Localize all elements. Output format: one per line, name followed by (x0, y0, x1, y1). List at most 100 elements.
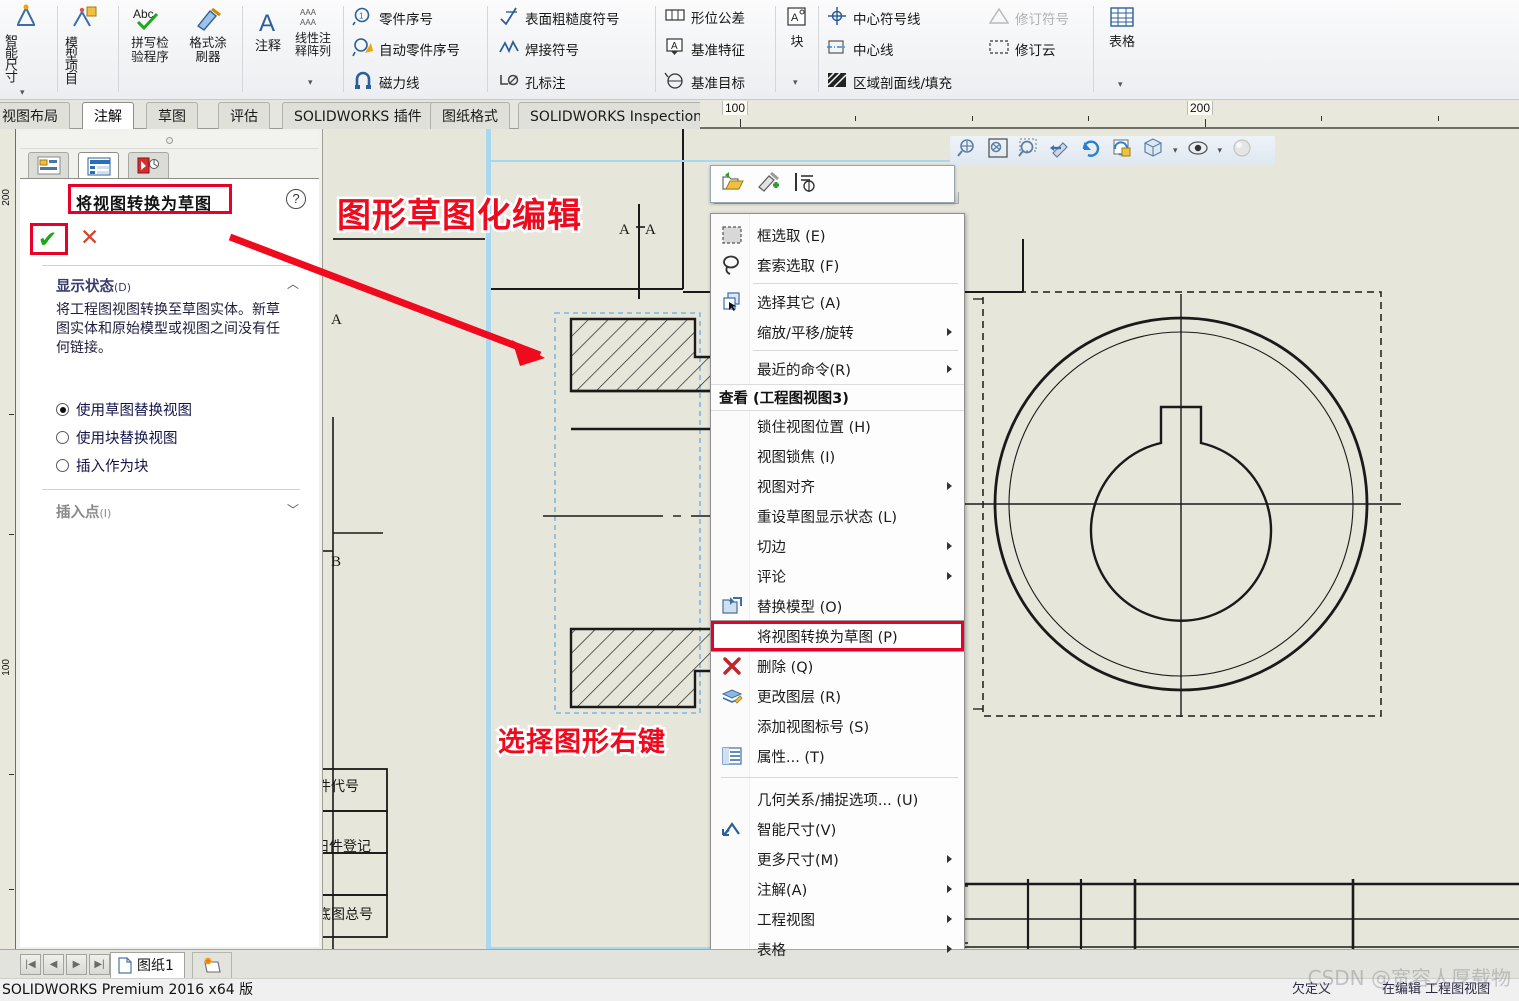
menu-item-replace-model[interactable]: 替换模型 (O) (711, 591, 964, 621)
cancel-button[interactable]: ✕ (80, 225, 99, 249)
vertical-ruler[interactable]: 200 100 (0, 129, 16, 949)
ribbon-command-geometric-tolerance[interactable]: 形位公差 (664, 6, 745, 27)
menu-item-lock-view-position[interactable]: 锁住视图位置 (H) (711, 411, 964, 441)
panel-pin-dot[interactable] (166, 137, 173, 144)
menu-item-more-dimensions[interactable]: 更多尺寸(M) (711, 844, 964, 874)
chevron-down-icon[interactable]: ▾ (793, 76, 798, 89)
ribbon-command-auto-balloon[interactable]: 自动零件序号 (352, 37, 460, 60)
chevron-down-icon[interactable]: ﹀ (287, 501, 299, 518)
ribbon-command-area-hatch[interactable]: 区域剖面线/填充 (826, 70, 952, 93)
ribbon-command-datum-feature[interactable]: A 基准特征 (664, 37, 745, 60)
ribbon-command-center-mark[interactable]: 中心符号线 (826, 6, 921, 29)
tab-annotation[interactable]: 注解 (82, 102, 134, 129)
tab-view-layout[interactable]: 视图布局 (0, 102, 70, 129)
ribbon-note-button[interactable]: A 注释 (248, 10, 288, 53)
radio-indicator[interactable] (56, 403, 69, 416)
help-icon[interactable]: ? (286, 189, 306, 209)
menu-item-change-layer[interactable]: 更改图层 (R) (711, 681, 964, 711)
menu-item-recent-commands[interactable]: 最近的命令(R) (711, 354, 964, 384)
ribbon-command-revision-symbol[interactable]: 修订符号 (988, 6, 1069, 29)
panel-grip[interactable] (20, 131, 319, 149)
last-sheet-button[interactable]: ▶| (89, 954, 110, 975)
section-header-insert-point[interactable]: 插入点(I) (56, 501, 111, 522)
ribbon-smart-dimension-button[interactable]: 智能尺寸 ▾ (2, 4, 52, 97)
open-drawing-view-icon[interactable] (721, 171, 745, 198)
menu-item-select-other[interactable]: 选择其它 (A) (711, 287, 964, 317)
chevron-down-icon[interactable]: ▾ (20, 86, 25, 99)
add-sheet-button[interactable] (192, 952, 232, 978)
ribbon-command-datum-target[interactable]: 基准目标 (664, 70, 745, 93)
ribbon-block-button[interactable]: A 块 ▾ (782, 6, 812, 87)
zoom-to-area-icon[interactable] (956, 137, 978, 164)
ribbon-model-items-button[interactable]: 模型项目 (62, 4, 110, 84)
ribbon-command-centerline[interactable]: 中心线 (826, 37, 894, 60)
menu-item-view-alignment[interactable]: 视图对齐 (711, 471, 964, 501)
ribbon-spell-check-button[interactable]: Abc 拼写检验程序 (124, 6, 176, 64)
mini-toolbar[interactable] (710, 165, 955, 203)
radio-indicator[interactable] (56, 431, 69, 444)
chevron-down-icon[interactable]: ▾ (1173, 145, 1178, 156)
radio-replace-view-with-sketch[interactable]: 使用草图替换视图 (56, 399, 192, 420)
ribbon-command-weld-symbol[interactable]: 焊接符号 (498, 37, 579, 60)
chevron-up-icon[interactable]: ︿ (287, 275, 299, 292)
context-menu[interactable]: 框选取 (E) 套索选取 (F) 选择其它 (A) 缩放/平移/旋转 最近的命令… (710, 213, 965, 1001)
tab-solidworks-inspection[interactable]: SOLIDWORKS Inspection (518, 102, 715, 129)
menu-item-comment[interactable]: 评论 (711, 561, 964, 591)
chevron-down-icon[interactable]: ▾ (1218, 145, 1223, 156)
menu-item-annotations[interactable]: 注解(A) (711, 874, 964, 904)
format-painter-icon[interactable] (757, 171, 781, 198)
menu-item-lasso-selection[interactable]: 套索选取 (F) (711, 250, 964, 280)
rotate-view-icon[interactable] (1080, 137, 1102, 164)
feature-manager-tab[interactable] (28, 152, 69, 179)
configuration-manager-tab[interactable] (128, 152, 169, 179)
chevron-down-icon[interactable]: ▾ (1118, 78, 1123, 91)
view-floating-toolbar[interactable]: ▾ ▾ (950, 136, 1275, 165)
menu-item-delete[interactable]: 删除 (Q) (711, 651, 964, 681)
hide-show-items-icon[interactable] (1187, 137, 1209, 164)
ribbon-command-magnetic-line[interactable]: 磁力线 (352, 70, 420, 93)
menu-item-drawing-views[interactable]: 工程视图 (711, 904, 964, 934)
sheet-tab-active[interactable]: 图纸1 (110, 952, 185, 978)
appearance-icon[interactable] (1231, 137, 1253, 164)
menu-item-zoom-pan-rotate[interactable]: 缩放/平移/旋转 (711, 317, 964, 347)
menu-item-tangent-edge[interactable]: 切边 (711, 531, 964, 561)
ribbon-command-surface-finish[interactable]: 表面粗糙度符号 (498, 6, 620, 29)
view-orientation-icon[interactable] (1142, 137, 1164, 164)
ok-button[interactable]: ✔ (38, 227, 57, 251)
menu-item-convert-view-to-sketch[interactable]: 将视图转换为草图 (P) (710, 620, 965, 652)
property-manager-tab[interactable] (78, 152, 119, 180)
tab-solidworks-addins[interactable]: SOLIDWORKS 插件 (282, 102, 434, 129)
menu-item-properties[interactable]: 属性... (T) (711, 741, 964, 771)
section-header-display-state[interactable]: 显示状态(D) (56, 275, 131, 296)
menu-item-lock-view-focus[interactable]: 视图锁焦 (I) (711, 441, 964, 471)
zoom-to-fit-icon[interactable] (987, 137, 1009, 164)
ribbon-command-balloon[interactable]: 1 零件序号 (352, 6, 433, 29)
horizontal-ruler[interactable]: 100 200 (700, 100, 1519, 129)
menu-item-tables[interactable]: 表格 (711, 934, 964, 964)
radio-indicator[interactable] (56, 459, 69, 472)
ribbon-table-button[interactable]: 表格 ▾ (1102, 6, 1142, 89)
next-sheet-button[interactable]: ▶ (66, 954, 87, 975)
menu-item-reset-sketch-display-state[interactable]: 重设草图显示状态 (L) (711, 501, 964, 531)
ribbon-format-painter-button[interactable]: 格式涂刷器 (182, 6, 234, 64)
zoom-to-selection-icon[interactable] (1018, 137, 1040, 164)
menu-item-box-selection[interactable]: 框选取 (E) (711, 220, 964, 250)
menu-item-smart-dimension[interactable]: 智能尺寸(V) (711, 814, 964, 844)
align-icon[interactable] (793, 171, 817, 198)
prev-sheet-button[interactable]: ◀ (43, 954, 64, 975)
ribbon-command-hole-callout[interactable]: 孔标注 (498, 70, 566, 93)
radio-replace-view-with-block[interactable]: 使用块替换视图 (56, 427, 178, 448)
menu-item-add-view-label[interactable]: 添加视图标号 (S) (711, 711, 964, 741)
chevron-down-icon[interactable]: ▾ (308, 76, 313, 89)
radio-insert-as-block[interactable]: 插入作为块 (56, 455, 149, 476)
ribbon-linear-note-pattern-button[interactable]: AAA AAA 线性注释阵列 ▾ (292, 6, 334, 87)
tab-evaluate[interactable]: 评估 (218, 102, 270, 129)
ribbon-command-revision-cloud[interactable]: 修订云 (988, 37, 1056, 60)
update-view-icon[interactable] (1111, 137, 1133, 164)
tab-sheet-format[interactable]: 图纸格式 (430, 102, 510, 129)
menu-item-relations-snaps[interactable]: 几何关系/捕捉选项... (U) (711, 784, 964, 814)
previous-view-icon[interactable] (1049, 137, 1071, 164)
tab-sketch[interactable]: 草图 (146, 102, 198, 129)
chevron-right-icon (947, 328, 952, 336)
first-sheet-button[interactable]: |◀ (20, 954, 41, 975)
